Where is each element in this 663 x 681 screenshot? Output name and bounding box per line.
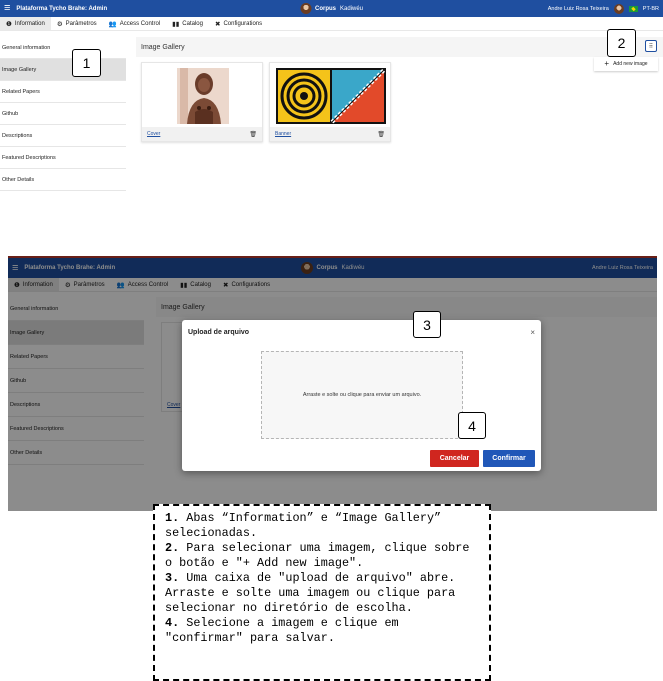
top-app-bar: ≡ Plataforma Tycho Brahe: Admin Corpus K…	[0, 0, 663, 17]
step-text: Abas “Information” e “Image Gallery” sel…	[165, 511, 449, 540]
step-text: Para selecionar uma imagem, clique sobre…	[165, 541, 477, 570]
image-card-banner[interactable]: Banner 🗑	[269, 62, 391, 142]
language-code[interactable]: PT-BR	[643, 6, 659, 12]
tab-label: Access Control	[119, 20, 161, 27]
callout-4: 4	[458, 412, 486, 439]
sidebar-item-general-information[interactable]: General information	[0, 37, 126, 59]
user-avatar[interactable]	[613, 3, 624, 14]
add-new-image-button[interactable]: + Add new image	[594, 57, 658, 71]
upload-dialog-title: Upload de arquivo	[188, 329, 250, 336]
instructions-box: 1. Abas “Information” e “Image Gallery” …	[153, 504, 491, 681]
configurations-icon: ✖	[214, 20, 221, 28]
banner-card-footer: Banner 🗑	[270, 127, 390, 141]
callout-1: 1	[72, 49, 101, 77]
info-icon: ❶	[6, 20, 12, 28]
sidebar-item-related-papers[interactable]: Related Papers	[0, 81, 126, 103]
trash-icon[interactable]: 🗑	[377, 131, 385, 138]
tab-parametros[interactable]: ⚙ Parâmetros	[51, 17, 103, 30]
image-card-cover[interactable]: Cover 🗑	[141, 62, 263, 142]
brand-title: Plataforma Tycho Brahe: Admin	[16, 5, 108, 12]
tab-label: Parâmetros	[65, 20, 97, 27]
gallery-title: Image Gallery	[141, 43, 185, 51]
corpus-name: Kadiwéu	[339, 5, 364, 12]
cover-image	[177, 68, 229, 124]
user-area: Andre Luiz Rosa Teixeira PT-BR	[548, 3, 659, 14]
brazil-flag-icon[interactable]	[628, 5, 638, 12]
callout-2: 2	[607, 29, 636, 57]
cover-card-footer: Cover 🗑	[142, 127, 262, 141]
settings-icon: ⚙	[56, 20, 63, 28]
user-name[interactable]: Andre Luiz Rosa Teixeira	[548, 6, 609, 12]
upload-dialog: Upload de arquivo × Arraste e solte ou c…	[182, 320, 541, 471]
sidebar: General information Image Gallery Relate…	[0, 37, 126, 191]
tab-label: Catalog	[182, 20, 203, 27]
cancel-button[interactable]: Cancelar	[430, 450, 479, 467]
sidebar-item-github[interactable]: Github	[0, 103, 126, 125]
step-text: Selecione a imagem e clique em "confirma…	[165, 616, 406, 645]
step-text: Uma caixa de "upload de arquivo" abre. A…	[165, 571, 463, 615]
tab-catalog[interactable]: ▮▮ Catalog	[166, 17, 209, 30]
menu-icon[interactable]: ≡	[4, 3, 10, 14]
add-new-image-label: Add new image	[613, 61, 648, 67]
catalog-icon: ▮▮	[172, 20, 180, 28]
file-dropzone[interactable]: Arraste e solte ou clique para enviar um…	[261, 351, 463, 439]
corpus-avatar	[299, 3, 311, 14]
plus-icon: +	[604, 59, 610, 68]
people-icon: 👥	[108, 20, 117, 28]
more-options-button[interactable]: ⠿	[645, 40, 657, 52]
main-tabs: ❶ Information ⚙ Parâmetros 👥 Access Cont…	[0, 17, 663, 31]
sidebar-item-descriptions[interactable]: Descriptions	[0, 125, 126, 147]
tab-access-control[interactable]: 👥 Access Control	[103, 17, 166, 30]
sidebar-item-other-details[interactable]: Other Details	[0, 169, 126, 191]
admin-screenshot-gallery: ≡ Plataforma Tycho Brahe: Admin Corpus K…	[0, 0, 663, 228]
step-number: 2.	[165, 541, 180, 555]
banner-link[interactable]: Banner	[275, 131, 291, 137]
banner-image	[276, 68, 386, 124]
step-number: 3.	[165, 571, 180, 585]
tab-label: Configurations	[223, 20, 263, 27]
tab-configurations[interactable]: ✖ Configurations	[209, 17, 268, 30]
confirm-button[interactable]: Confirmar	[483, 450, 535, 467]
tab-label: Information	[14, 20, 45, 27]
admin-screenshot-upload: ≡ Plataforma Tycho Brahe: Admin Corpus K…	[8, 256, 657, 511]
dropzone-text: Arraste e solte ou clique para enviar um…	[302, 392, 422, 398]
callout-3: 3	[413, 311, 441, 338]
step-number: 1.	[165, 511, 180, 525]
close-icon[interactable]: ×	[530, 328, 535, 337]
trash-icon[interactable]: 🗑	[249, 131, 257, 138]
tab-information[interactable]: ❶ Information	[0, 17, 51, 30]
sidebar-item-featured-descriptions[interactable]: Featured Descriptions	[0, 147, 126, 169]
corpus-indicator: Corpus Kadiwéu	[299, 3, 364, 14]
corpus-label: Corpus	[314, 5, 336, 12]
more-vert-icon: ⠿	[648, 43, 654, 50]
instruction-4: 4. Selecione a imagem e clique em "confi…	[165, 616, 479, 646]
gallery-header: Image Gallery	[136, 37, 663, 57]
instruction-1: 1. Abas “Information” e “Image Gallery” …	[165, 511, 479, 541]
sidebar-item-image-gallery[interactable]: Image Gallery	[0, 59, 126, 81]
step-number: 4.	[165, 616, 180, 630]
cover-link[interactable]: Cover	[147, 131, 160, 137]
instruction-3: 3. Uma caixa de "upload de arquivo" abre…	[165, 571, 479, 616]
instruction-2: 2. Para selecionar uma imagem, clique so…	[165, 541, 479, 571]
